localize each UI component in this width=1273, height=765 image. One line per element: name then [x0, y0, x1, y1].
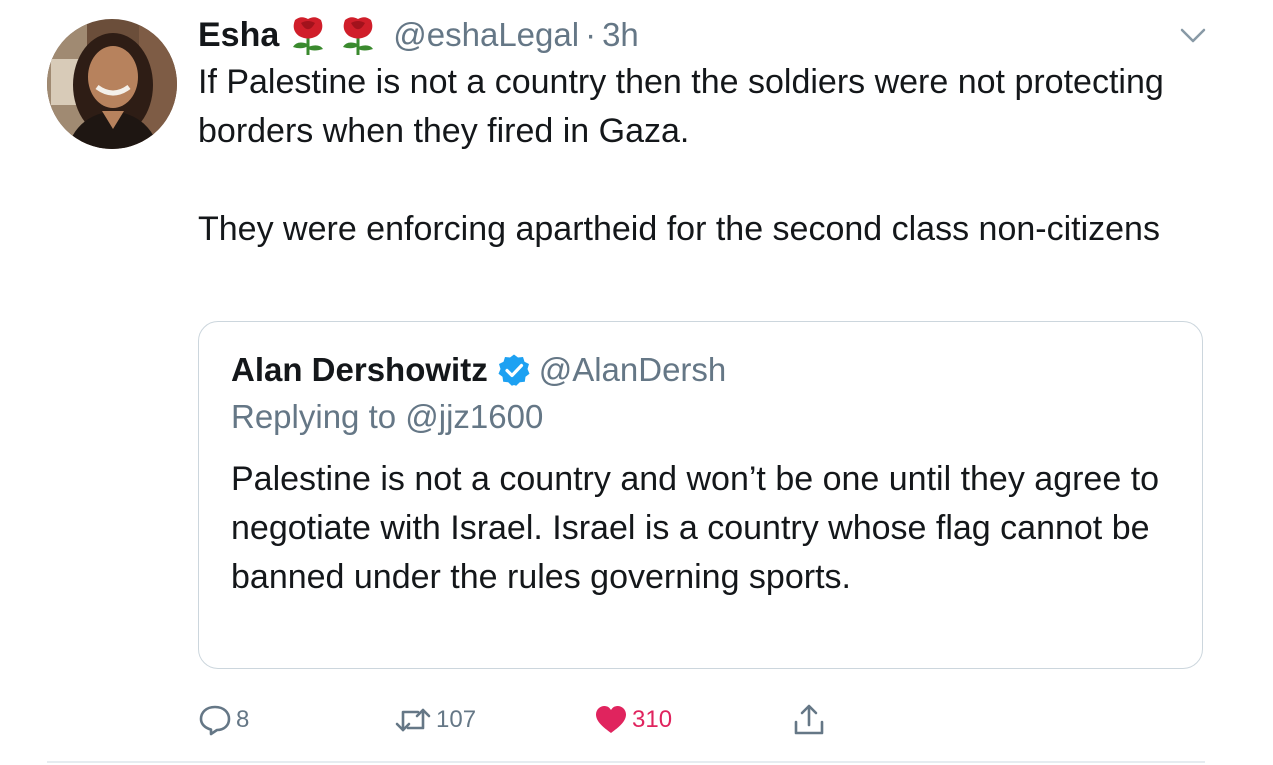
action-bar: 8 107 310	[198, 700, 898, 740]
author-handle[interactable]: @eshaLegal	[393, 16, 579, 54]
replying-to: Replying to @jjz1600	[231, 398, 544, 435]
like-count: 310	[632, 706, 673, 733]
tweet-paragraph: If Palestine is not a country then the s…	[198, 63, 1164, 150]
quoted-author-name: Alan Dershowitz	[231, 351, 488, 388]
quoted-tweet-header: Alan Dershowitz @AlanDersh	[231, 346, 726, 394]
reply-icon	[198, 703, 232, 737]
quoted-tweet-text: Palestine is not a country and won’t be …	[231, 460, 1160, 596]
tweet-header: Esha @eshaLegal · 3h	[198, 12, 639, 58]
retweet-button[interactable]: 107	[394, 700, 476, 740]
tweet: Esha @eshaLegal · 3h If Palestine is not…	[0, 0, 1273, 765]
reply-count: 8	[236, 706, 250, 733]
like-button[interactable]: 310	[594, 700, 672, 740]
tweet-paragraph: They were enforcing apartheid for the se…	[198, 210, 1160, 248]
retweet-count: 107	[436, 706, 477, 733]
quoted-author-handle: @AlanDersh	[538, 351, 727, 388]
heart-icon	[594, 703, 628, 737]
quoted-tweet[interactable]: Alan Dershowitz @AlanDersh Replying to @…	[198, 321, 1203, 669]
rose-icon	[287, 14, 329, 56]
share-icon	[792, 703, 826, 737]
chevron-down-icon[interactable]	[1178, 22, 1208, 48]
tweet-timestamp[interactable]: 3h	[602, 16, 639, 54]
header-separator: ·	[585, 16, 597, 53]
tweet-body: If Palestine is not a country then the s…	[198, 58, 1198, 254]
avatar[interactable]	[47, 19, 177, 149]
rose-icon	[337, 14, 379, 56]
retweet-icon	[394, 703, 432, 737]
divider	[47, 761, 1205, 763]
reply-button[interactable]: 8	[198, 700, 249, 740]
share-button[interactable]	[792, 700, 826, 740]
verified-badge-icon	[497, 353, 531, 387]
author-name[interactable]: Esha	[198, 16, 279, 55]
